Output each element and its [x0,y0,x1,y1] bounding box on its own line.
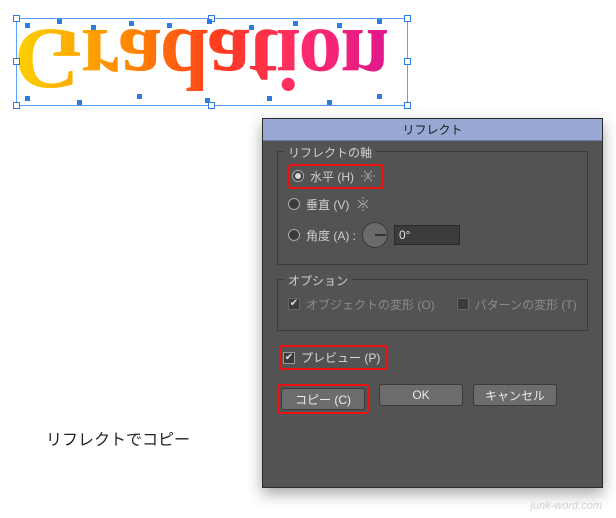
handle-top-right[interactable] [404,15,411,22]
checkbox-transform-patterns-label: パターンの変形 (T) [475,296,577,313]
radio-horizontal[interactable] [292,170,304,182]
watermark: junk-word.com [530,500,602,512]
checkbox-preview[interactable] [283,352,295,364]
radio-vertical-label: 垂直 (V) [306,196,349,213]
handle-bottom-right[interactable] [404,102,411,109]
axis-legend: リフレクトの軸 [284,144,376,161]
dialog-button-row: コピー (C) OK キャンセル [277,384,588,414]
highlight-copy: コピー (C) [277,384,369,414]
options-legend: オプション [284,272,352,289]
ok-button[interactable]: OK [379,384,463,406]
checkbox-transform-objects-label: オブジェクトの変形 (O) [306,296,435,313]
cancel-button[interactable]: キャンセル [473,384,557,406]
axis-angle-row[interactable]: 角度 (A) : 0° [288,218,577,252]
vertical-axis-icon [355,197,371,211]
checkbox-preview-label: プレビュー (P) [301,349,380,366]
reflect-dialog: リフレクト リフレクトの軸 水平 (H) 垂直 (V) [262,118,603,488]
radio-angle-label: 角度 (A) : [306,227,356,244]
highlight-preview: プレビュー (P) [279,345,388,370]
axis-horizontal-row[interactable]: 水平 (H) [288,162,577,190]
checkbox-transform-patterns [457,298,469,310]
axis-vertical-row[interactable]: 垂直 (V) [288,190,577,218]
options-group: オプション オブジェクトの変形 (O) パターンの変形 (T) [277,279,588,331]
horizontal-axis-icon [360,169,376,183]
axis-group: リフレクトの軸 水平 (H) 垂直 (V) 角度 [277,151,588,265]
handle-mid-right[interactable] [404,58,411,65]
angle-input[interactable]: 0° [394,225,460,245]
radio-horizontal-label: 水平 (H) [310,168,354,185]
angle-knob[interactable] [362,222,388,248]
radio-vertical[interactable] [288,198,300,210]
artwork-text: Gradation [14,14,387,102]
radio-angle[interactable] [288,229,300,241]
checkbox-transform-objects [288,298,300,310]
highlight-horizontal: 水平 (H) [288,164,384,189]
copy-button[interactable]: コピー (C) [281,388,365,410]
canvas-selection: Gradation [14,12,414,110]
preview-row[interactable]: プレビュー (P) [279,345,588,370]
annotation-caption: リフレクトでコピー [46,426,190,450]
dialog-title[interactable]: リフレクト [263,119,602,141]
options-row: オブジェクトの変形 (O) パターンの変形 (T) [288,290,577,318]
